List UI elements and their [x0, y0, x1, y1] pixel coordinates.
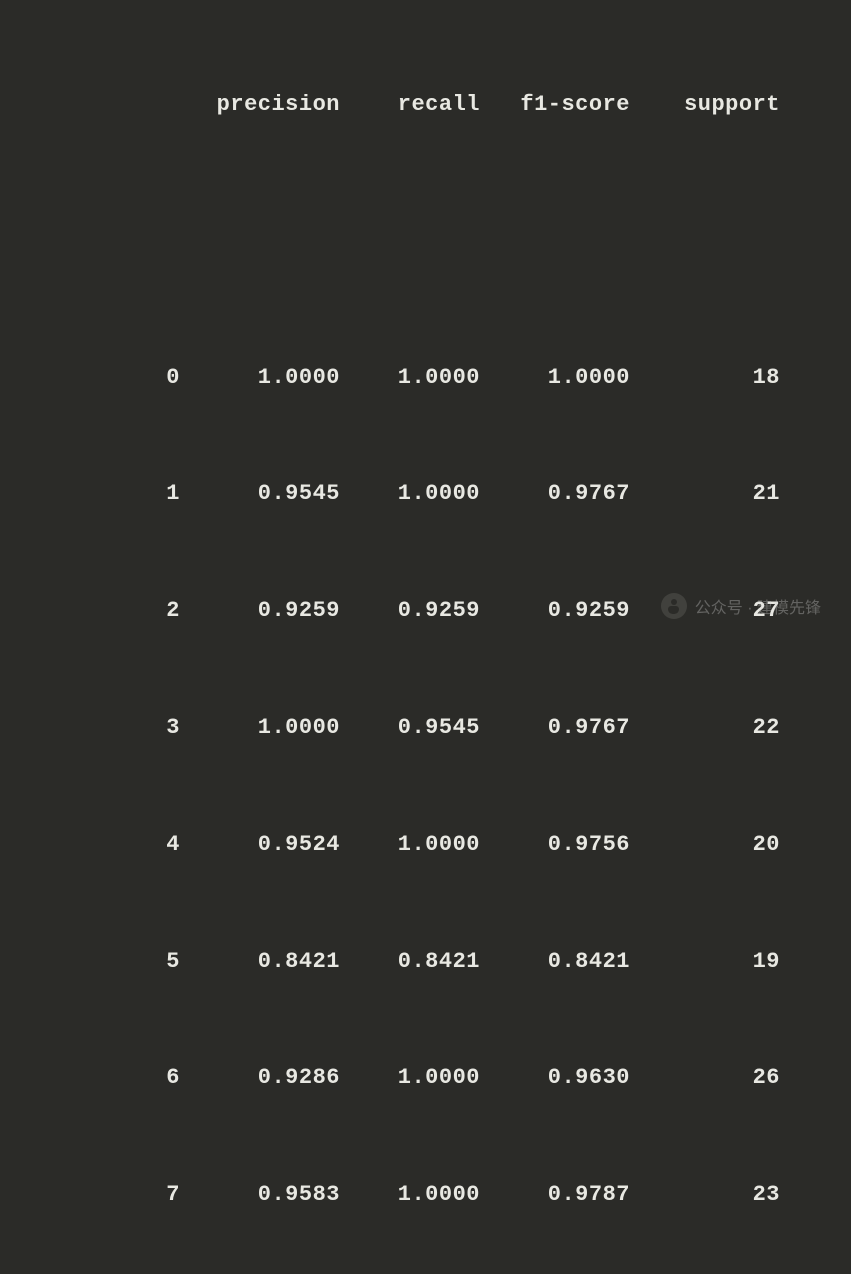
class-recall: 1.0000	[340, 1176, 480, 1215]
blank-row	[0, 203, 851, 242]
class-precision: 1.0000	[180, 359, 340, 398]
class-label: 6	[0, 1059, 180, 1098]
class-recall: 1.0000	[340, 826, 480, 865]
class-f1: 0.9767	[480, 475, 630, 514]
header-precision: precision	[180, 86, 340, 125]
class-precision: 0.8421	[180, 943, 340, 982]
class-recall: 1.0000	[340, 475, 480, 514]
class-precision: 0.9524	[180, 826, 340, 865]
class-label: 0	[0, 359, 180, 398]
class-support: 22	[630, 709, 780, 748]
class-row: 40.95241.00000.975620	[0, 826, 851, 865]
class-precision: 0.9545	[180, 475, 340, 514]
class-row: 50.84210.84210.842119	[0, 943, 851, 982]
header-recall: recall	[340, 86, 480, 125]
class-f1: 0.9787	[480, 1176, 630, 1215]
class-precision: 0.9286	[180, 1059, 340, 1098]
class-support: 18	[630, 359, 780, 398]
class-recall: 1.0000	[340, 1059, 480, 1098]
class-f1: 0.9756	[480, 826, 630, 865]
class-precision: 0.9583	[180, 1176, 340, 1215]
wechat-icon	[661, 593, 687, 619]
header-support: support	[630, 86, 780, 125]
class-row: 60.92861.00000.963026	[0, 1059, 851, 1098]
class-label: 2	[0, 592, 180, 631]
watermark-text: 公众号 · 建模先锋	[695, 594, 821, 618]
watermark: 公众号 · 建模先锋	[661, 593, 821, 619]
class-support: 23	[630, 1176, 780, 1215]
class-f1: 1.0000	[480, 359, 630, 398]
class-precision: 0.9259	[180, 592, 340, 631]
class-recall: 0.8421	[340, 943, 480, 982]
class-support: 26	[630, 1059, 780, 1098]
class-label: 7	[0, 1176, 180, 1215]
class-row: 01.00001.00001.000018	[0, 359, 851, 398]
class-recall: 0.9259	[340, 592, 480, 631]
class-row: 31.00000.95450.976722	[0, 709, 851, 748]
class-support: 21	[630, 475, 780, 514]
class-f1: 0.9259	[480, 592, 630, 631]
header-row: precisionrecallf1-scoresupport	[0, 86, 851, 125]
class-precision: 1.0000	[180, 709, 340, 748]
class-row: 10.95451.00000.976721	[0, 475, 851, 514]
class-label: 1	[0, 475, 180, 514]
class-label: 4	[0, 826, 180, 865]
class-row: 70.95831.00000.978723	[0, 1176, 851, 1215]
header-f1: f1-score	[480, 86, 630, 125]
class-recall: 1.0000	[340, 359, 480, 398]
class-f1: 0.8421	[480, 943, 630, 982]
class-f1: 0.9630	[480, 1059, 630, 1098]
class-support: 19	[630, 943, 780, 982]
class-support: 20	[630, 826, 780, 865]
class-recall: 0.9545	[340, 709, 480, 748]
classification-report: precisionrecallf1-scoresupport 01.00001.…	[0, 8, 851, 1274]
class-label: 5	[0, 943, 180, 982]
class-label: 3	[0, 709, 180, 748]
class-f1: 0.9767	[480, 709, 630, 748]
